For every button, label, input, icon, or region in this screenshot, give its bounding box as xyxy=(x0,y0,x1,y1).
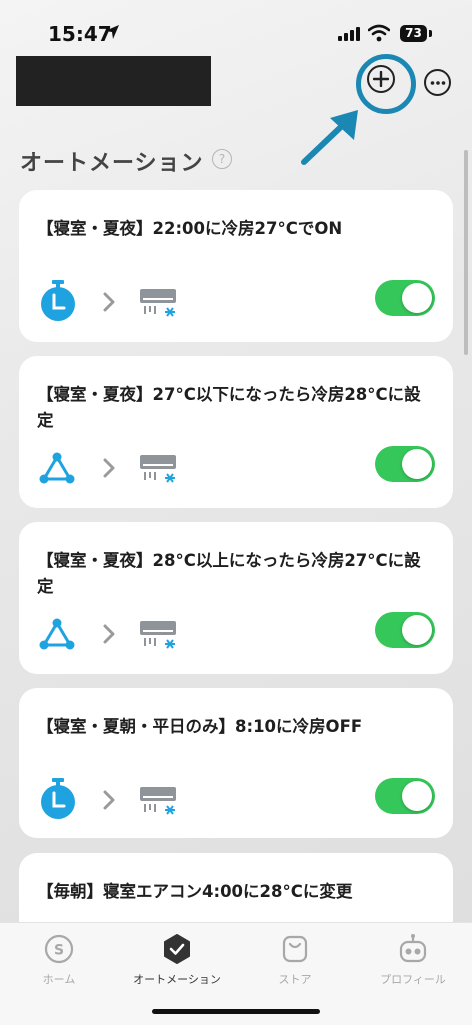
air-conditioner-icon xyxy=(140,787,176,815)
automation-toggle[interactable] xyxy=(375,280,435,316)
air-conditioner-icon xyxy=(140,455,176,483)
automation-card[interactable]: 【寝室・夏夜】27°C以下になったら冷房28°Cに設定 xyxy=(19,356,453,508)
air-conditioner-icon xyxy=(140,621,176,649)
store-bag-icon xyxy=(282,935,308,963)
automation-toggle[interactable] xyxy=(375,612,435,648)
toggle-knob xyxy=(402,449,432,479)
chevron-right-icon xyxy=(103,624,115,644)
automation-card[interactable]: 【毎朝】寝室エアコン4:00に28°Cに変更 xyxy=(19,853,453,922)
battery-level: 73 xyxy=(405,26,422,40)
automation-card[interactable]: 【寝室・夏夜】22:00に冷房27°CでON xyxy=(19,190,453,342)
wifi-icon xyxy=(368,24,390,42)
location-arrow-icon xyxy=(105,25,119,39)
tab-home[interactable]: S ホーム xyxy=(0,933,118,987)
page-title: オートメーション xyxy=(20,151,204,176)
plus-circle-icon xyxy=(373,71,389,87)
redacted-home-name xyxy=(16,56,211,106)
home-indicator[interactable] xyxy=(152,1009,320,1014)
tab-profile-label: プロフィール xyxy=(380,973,446,986)
annotation-arrow xyxy=(301,110,358,165)
signal-icon xyxy=(338,27,360,41)
status-time: 15:47 xyxy=(48,22,112,46)
tab-home-label: ホーム xyxy=(42,973,76,986)
battery-tip xyxy=(429,30,432,37)
tab-profile[interactable]: プロフィール xyxy=(354,933,472,987)
sensor-triangle-icon xyxy=(39,452,75,484)
automation-check-icon xyxy=(164,934,190,964)
automation-title: 【毎朝】寝室エアコン4:00に28°Cに変更 xyxy=(37,882,353,901)
automation-title: 【寝室・夏夜】22:00に冷房27°CでON xyxy=(37,219,343,238)
automation-toggle[interactable] xyxy=(375,778,435,814)
sensor-triangle-icon xyxy=(39,618,75,650)
tab-store-label: ストア xyxy=(278,973,312,986)
help-icon[interactable]: ? xyxy=(212,149,232,169)
ellipsis-circle-icon xyxy=(430,80,445,85)
home-s-icon: S xyxy=(44,934,74,964)
chevron-right-icon xyxy=(103,790,115,810)
chevron-right-icon xyxy=(103,292,115,312)
add-automation-button[interactable] xyxy=(367,65,395,93)
timer-icon xyxy=(41,778,75,819)
scrollbar[interactable] xyxy=(464,150,468,355)
toggle-knob xyxy=(402,283,432,313)
timer-icon xyxy=(41,280,75,321)
automation-title: 【寝室・夏朝・平日のみ】8:10に冷房OFF xyxy=(37,717,363,736)
profile-robot-icon xyxy=(399,934,427,963)
air-conditioner-icon xyxy=(140,289,176,317)
more-button[interactable] xyxy=(424,69,451,96)
tab-automation-label: オートメーション xyxy=(133,973,221,986)
toggle-knob xyxy=(402,615,432,645)
svg-text:S: S xyxy=(54,943,64,959)
automation-card[interactable]: 【寝室・夏朝・平日のみ】8:10に冷房OFF xyxy=(19,688,453,838)
tab-automation[interactable]: オートメーション xyxy=(118,933,236,987)
automation-toggle[interactable] xyxy=(375,446,435,482)
automation-title: 【寝室・夏夜】28°C以上になったら冷房27°Cに設定 xyxy=(37,551,421,596)
toggle-knob xyxy=(402,781,432,811)
status-bar: 15:47 73 xyxy=(0,0,472,60)
automation-title: 【寝室・夏夜】27°C以下になったら冷房28°Cに設定 xyxy=(37,385,421,430)
tab-store[interactable]: ストア xyxy=(236,933,354,987)
battery-icon: 73 xyxy=(400,25,427,42)
automation-card[interactable]: 【寝室・夏夜】28°C以上になったら冷房27°Cに設定 xyxy=(19,522,453,674)
chevron-right-icon xyxy=(103,458,115,478)
